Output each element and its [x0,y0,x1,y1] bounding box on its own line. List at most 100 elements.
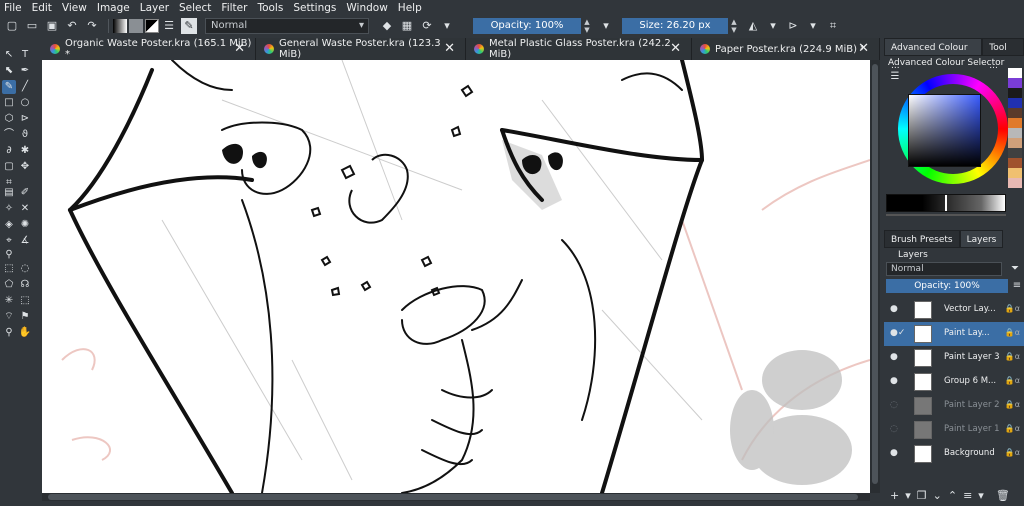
freehand-brush-icon[interactable]: ✎ [2,80,16,94]
scroll-thumb[interactable] [872,64,878,484]
layer-lock-icon[interactable]: 🔒α [1005,448,1020,457]
gradient-tool-icon[interactable]: ▤ [2,186,16,200]
menu-help[interactable]: Help [398,2,422,14]
close-icon[interactable]: ✕ [670,41,681,56]
menu-select[interactable]: Select [179,2,211,14]
eye-icon[interactable]: ● [890,352,898,362]
tab-metal-plastic-glass[interactable]: Metal Plastic Glass Poster.kra (242.2 Mi… [466,38,692,60]
layer-row[interactable]: ◌ Paint Layer 1 🔒α [884,418,1024,442]
layer-row[interactable]: ●✓ Paint Lay... 🔒α [884,322,1024,346]
chevron-down-icon[interactable]: ▾ [978,489,984,502]
menu-settings[interactable]: Settings [293,2,336,14]
tab-general-waste[interactable]: General Waste Poster.kra (123.3 MiB) ✕ [256,38,466,60]
menu-tools[interactable]: Tools [257,2,283,14]
menu-layer[interactable]: Layer [140,2,169,14]
colour-history-bar[interactable] [886,214,1006,216]
mirror-vertical-icon[interactable]: ⊳ [785,18,801,34]
rectangle-tool-icon[interactable]: □ [2,96,16,110]
tab-advanced-colour[interactable]: Advanced Colour ... [884,38,983,71]
delete-layer-icon[interactable]: 🗑 [996,489,1010,502]
undo-icon[interactable]: ↶ [64,18,80,34]
layer-lock-icon[interactable]: 🔒α [1005,376,1020,385]
color-picker-icon[interactable]: ✐ [18,186,32,200]
close-icon[interactable]: ✕ [234,41,245,56]
move-tool-icon[interactable]: ✥ [18,160,32,174]
polyline-tool-icon[interactable]: ⊳ [18,112,32,126]
polygon-select-icon[interactable]: ⬠ [2,278,16,292]
layer-row[interactable]: ● Background 🔒α [884,442,1024,466]
eye-icon[interactable]: ●✓ [890,328,905,338]
menu-file[interactable]: File [4,2,22,14]
size-spinner[interactable]: ▲ ▼ [729,18,739,34]
assistant-tool-icon[interactable]: ⌖ [2,234,16,248]
eye-icon[interactable]: ● [890,304,898,314]
bezier-tool-icon[interactable]: ⌒ [2,128,16,142]
chevron-down-icon[interactable]: ▾ [439,18,455,34]
reference-tool-icon[interactable]: ⚲ [2,248,16,262]
layer-row[interactable]: ● Paint Layer 3 🔒α [884,346,1024,370]
wrap-around-icon[interactable]: ⌗ [825,18,841,34]
drawing-canvas[interactable] [42,60,870,493]
tab-paper-poster[interactable]: Paper Poster.kra (224.9 MiB) * ✕ [692,38,880,60]
properties-icon[interactable]: ≡ [963,489,972,502]
tab-organic-waste[interactable]: Organic Waste Poster.kra (165.1 MiB) * ✕ [42,38,256,60]
recent-colours[interactable] [1008,68,1022,198]
chevron-down-icon[interactable]: ▾ [598,18,614,34]
opacity-spinner[interactable]: ▲ ▼ [582,18,592,34]
new-document-icon[interactable]: ▢ [4,18,20,34]
duplicate-layer-icon[interactable]: ❐ [917,489,927,502]
scroll-thumb[interactable] [48,494,858,500]
size-slider[interactable]: Size: 26.20 px [622,18,728,34]
menu-icon[interactable]: ≡ [1010,279,1024,293]
opacity-slider[interactable]: Opacity: 100% [473,18,581,34]
vertical-scrollbar[interactable] [870,60,880,493]
gradient-swatch[interactable] [113,19,127,33]
blend-mode-select[interactable]: Normal [205,18,369,34]
layer-lock-icon[interactable]: 🔒α [1005,424,1020,433]
layer-row[interactable]: ◌ Paint Layer 2 🔒α [884,394,1024,418]
pan-tool-icon[interactable]: ✋ [18,326,32,340]
edit-shapes-icon[interactable]: ⬉ [2,64,16,78]
eye-icon[interactable]: ● [890,376,898,386]
tab-layers[interactable]: Layers [959,230,1004,248]
layer-lock-icon[interactable]: 🔒α [1005,352,1020,361]
add-layer-icon[interactable]: + [890,489,899,502]
smart-patch-icon[interactable]: ✕ [18,202,32,216]
alpha-lock-icon[interactable]: ▦ [399,18,415,34]
select-shapes-icon[interactable]: ↖ [2,48,16,62]
colorize-mask-icon[interactable]: ✧ [2,202,16,216]
layer-lock-icon[interactable]: 🔒α [1005,304,1020,313]
close-icon[interactable]: ✕ [858,41,869,56]
eye-closed-icon[interactable]: ◌ [890,424,898,434]
pattern-swatch[interactable] [129,19,143,33]
brush-settings-icon[interactable]: ☰ [161,18,177,34]
save-icon[interactable]: ▣ [44,18,60,34]
foreground-background-colors[interactable] [145,19,159,33]
close-icon[interactable]: ✕ [444,41,455,56]
calligraphy-icon[interactable]: ✒ [18,64,32,78]
layer-row[interactable]: ● Group 6 M... 🔒α [884,370,1024,394]
chevron-down-icon[interactable]: ▾ [765,18,781,34]
layer-opacity-slider[interactable]: Opacity: 100% [886,279,1008,293]
menu-filter[interactable]: Filter [221,2,247,14]
open-folder-icon[interactable]: ▭ [24,18,40,34]
ellipse-select-icon[interactable]: ◌ [18,262,32,276]
move-up-icon[interactable]: ⌃ [948,489,957,502]
layer-lock-icon[interactable]: 🔒α [1005,400,1020,409]
transform-tool-icon[interactable]: ▢ [2,160,16,174]
ellipse-tool-icon[interactable]: ○ [18,96,32,110]
menu-window[interactable]: Window [346,2,387,14]
lightness-slider[interactable] [886,194,1006,212]
tab-brush-presets[interactable]: Brush Presets [884,230,960,248]
layer-blend-select[interactable]: Normal [886,262,1002,276]
settings-icon[interactable]: ☰ [888,70,902,84]
menu-image[interactable]: Image [97,2,130,14]
saturation-value-square[interactable] [908,94,981,167]
tab-tool-options[interactable]: Tool ... [982,38,1024,71]
filter-icon[interactable]: ⏷ [1008,262,1022,276]
line-tool-icon[interactable]: ╱ [18,80,32,94]
freehand-path-icon[interactable]: ϑ [18,128,32,142]
fill-tool-icon[interactable]: ◈ [2,218,16,232]
polygon-tool-icon[interactable]: ⬡ [2,112,16,126]
move-down-icon[interactable]: ⌄ [933,489,942,502]
